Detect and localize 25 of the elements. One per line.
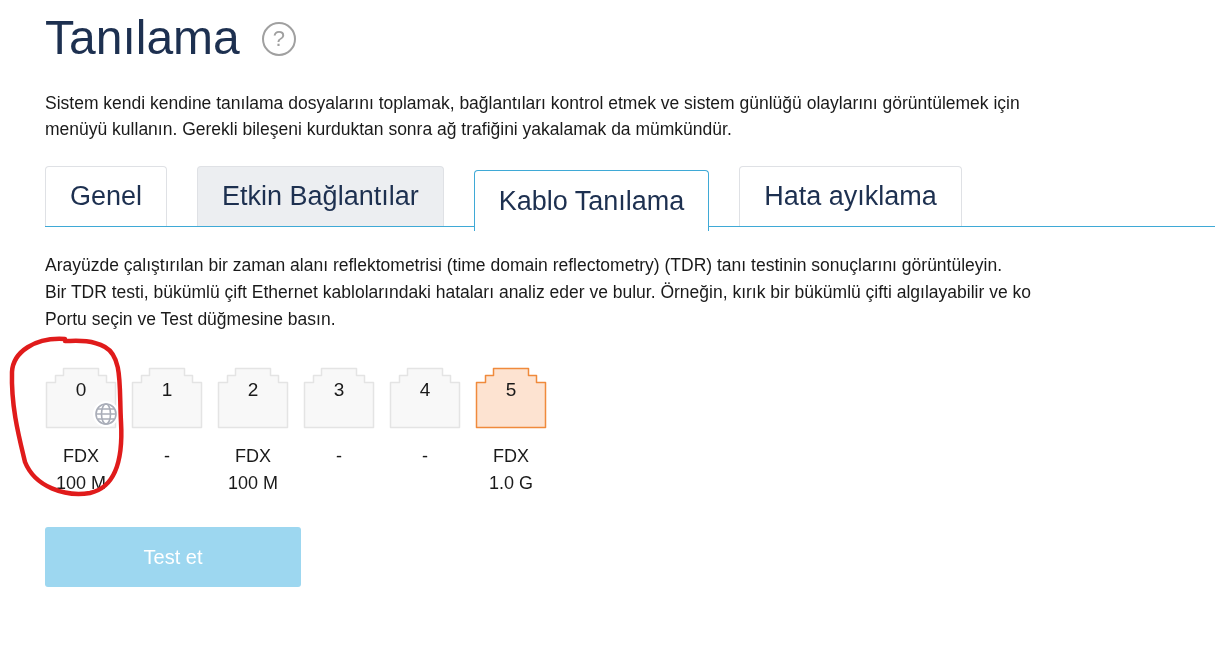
port-status: - [336,445,342,468]
port-status: - [164,445,170,468]
description-text: Sistem kendi kendine tanılama dosyalarını toplamak, bağlantıları kontrol etmek ve sistem günlüğü olaylarını görüntülemek için [45,92,1020,115]
tab[interactable]: Hata ayıklama [739,166,962,226]
port-status: 100 M [228,472,278,495]
port-number: 5 [504,379,518,401]
port-status: - [422,445,428,468]
port-number: 1 [160,379,174,401]
page-title: Tanılama [45,9,240,65]
port-status: 1.0 G [489,472,533,495]
description-text: menüyü kullanın. Gerekli bileşeni kurduktan sonra ağ trafiğini yakalamak da mümkündür. [45,118,732,141]
description-text: Arayüzde çalıştırılan bir zaman alanı reflektometrisi (time domain reflectometry) (TDR) tanı testinin sonuçlarını görüntüleyin. [45,254,1003,277]
port-status: FDX [234,445,272,468]
description-text: Bir TDR testi, bükümlü çift Ethernet kablolarındaki hataları analiz eder ve bulur. Örneğin, kırık bir bükümlü çifti algılayabilir ve ko [45,281,1031,304]
ethernet-port-icon[interactable] [475,367,547,429]
port-number: 0 [74,379,88,401]
tab[interactable]: Kablo Tanılama [473,170,710,231]
port-number: 2 [246,379,260,401]
port-status: FDX [492,445,530,468]
tab[interactable]: Etkin Bağlantılar [197,166,444,226]
description-text: Portu seçin ve Test düğmesine basın. [45,308,336,331]
port-number: 4 [418,379,432,401]
port-status: FDX [62,445,100,468]
tab[interactable]: Genel [45,166,168,226]
port-number: 3 [332,379,346,401]
